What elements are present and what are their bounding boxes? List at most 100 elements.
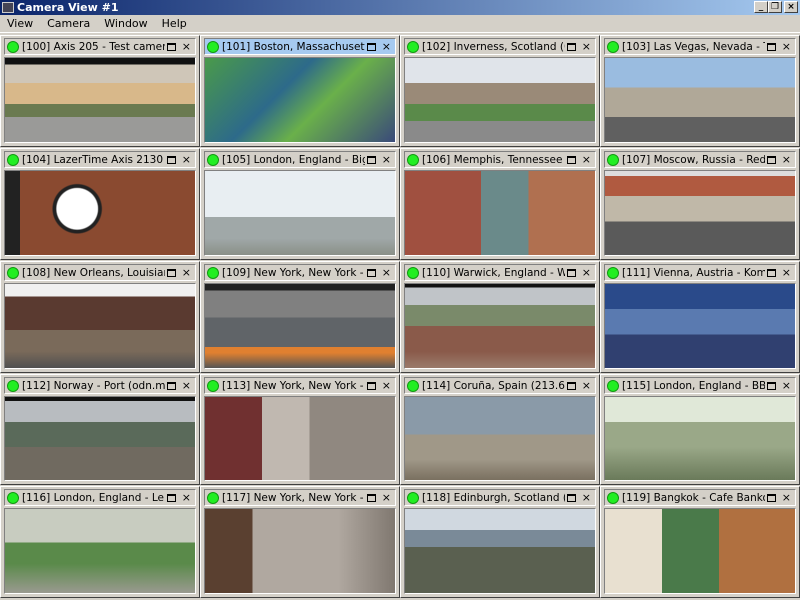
camera-panel[interactable]: [114] Coruña, Spain (213.60.176.19) × [400, 374, 600, 485]
camera-panel-header[interactable]: [106] Memphis, Tennessee - Beale Stre × [404, 151, 596, 168]
close-icon[interactable]: × [582, 266, 591, 279]
close-icon[interactable]: × [582, 40, 591, 53]
camera-feed-image[interactable] [404, 508, 596, 594]
maximize-icon[interactable] [766, 268, 776, 277]
maximize-icon[interactable] [766, 381, 776, 390]
camera-panel[interactable]: [118] Edinburgh, Scotland (images.ea × [400, 486, 600, 598]
close-icon[interactable]: × [782, 266, 791, 279]
close-icon[interactable]: × [382, 491, 391, 504]
close-icon[interactable]: × [182, 379, 191, 392]
camera-feed-image[interactable] [4, 283, 196, 369]
menu-window[interactable]: Window [97, 17, 154, 30]
camera-panel-header[interactable]: [107] Moscow, Russia - Red Square (ir × [604, 151, 796, 168]
close-icon[interactable]: × [382, 266, 391, 279]
camera-panel-header[interactable]: [118] Edinburgh, Scotland (images.ea × [404, 489, 596, 506]
camera-feed-image[interactable] [604, 508, 796, 594]
close-icon[interactable]: × [782, 153, 791, 166]
maximize-icon[interactable] [366, 42, 376, 51]
camera-panel[interactable]: [100] Axis 205 - Test camera (kel.inter … [0, 35, 200, 147]
camera-panel[interactable]: [117] New York, New York - 45th and E × [200, 486, 400, 598]
maximize-icon[interactable] [366, 268, 376, 277]
camera-panel-header[interactable]: [117] New York, New York - 45th and E × [204, 489, 396, 506]
camera-panel[interactable]: [106] Memphis, Tennessee - Beale Stre × [400, 148, 600, 260]
camera-panel[interactable]: [101] Boston, Massachusetts - Goldie ( × [200, 35, 400, 147]
camera-panel[interactable]: [113] New York, New York - TGI Friday × [200, 374, 400, 485]
maximize-icon[interactable] [566, 155, 576, 164]
close-button[interactable]: × [784, 1, 798, 13]
camera-feed-image[interactable] [4, 57, 196, 143]
menu-camera[interactable]: Camera [40, 17, 97, 30]
camera-panel-header[interactable]: [119] Bangkok - Cafe Bankok (www.m × [604, 489, 796, 506]
close-icon[interactable]: × [182, 153, 191, 166]
close-icon[interactable]: × [382, 40, 391, 53]
camera-panel[interactable]: [105] London, England - Big Ben (65.2 × [200, 148, 400, 260]
camera-panel-header[interactable]: [101] Boston, Massachusetts - Goldie ( × [204, 38, 396, 55]
camera-feed-image[interactable] [204, 170, 396, 256]
camera-panel[interactable]: [107] Moscow, Russia - Red Square (ir × [600, 148, 800, 260]
close-icon[interactable]: × [782, 491, 791, 504]
camera-panel-header[interactable]: [102] Inverness, Scotland (65.200.14 × [404, 38, 596, 55]
maximize-icon[interactable] [566, 268, 576, 277]
camera-panel-header[interactable]: [105] London, England - Big Ben (65.2 × [204, 151, 396, 168]
camera-panel-header[interactable]: [109] New York, New York - 45th and 5 × [204, 264, 396, 281]
maximize-icon[interactable] [366, 155, 376, 164]
close-icon[interactable]: × [582, 153, 591, 166]
menu-view[interactable]: View [0, 17, 40, 30]
maximize-icon[interactable] [166, 493, 176, 502]
camera-feed-image[interactable] [604, 283, 796, 369]
camera-panel-header[interactable]: [113] New York, New York - TGI Friday × [204, 377, 396, 394]
camera-feed-image[interactable] [404, 170, 596, 256]
close-icon[interactable]: × [182, 40, 191, 53]
camera-feed-image[interactable] [204, 283, 396, 369]
maximize-icon[interactable] [566, 381, 576, 390]
close-icon[interactable]: × [582, 379, 591, 392]
camera-panel-header[interactable]: [110] Warwick, England - Warwick Univ × [404, 264, 596, 281]
camera-panel-header[interactable]: [116] London, England - Leicester Squ × [4, 489, 196, 506]
close-icon[interactable]: × [582, 491, 591, 504]
close-icon[interactable]: × [782, 40, 791, 53]
maximize-icon[interactable] [166, 42, 176, 51]
camera-panel-header[interactable]: [115] London, England - BBC Bush Hou × [604, 377, 796, 394]
minimize-button[interactable]: _ [754, 1, 768, 13]
camera-feed-image[interactable] [604, 396, 796, 481]
camera-panel-header[interactable]: [100] Axis 205 - Test camera (kel.inter … [4, 38, 196, 55]
camera-panel[interactable]: [112] Norway - Port (odn.mimer.no) × [0, 374, 200, 485]
camera-feed-image[interactable] [204, 396, 396, 481]
camera-panel-header[interactable]: [111] Vienna, Austria - Komm Mal Vorbi × [604, 264, 796, 281]
camera-feed-image[interactable] [604, 170, 796, 256]
camera-panel-header[interactable]: [112] Norway - Port (odn.mimer.no) × [4, 377, 196, 394]
maximize-icon[interactable] [566, 42, 576, 51]
maximize-icon[interactable] [566, 493, 576, 502]
camera-panel[interactable]: [103] Las Vegas, Nevada - Tropicana H × [600, 35, 800, 147]
camera-feed-image[interactable] [404, 396, 596, 481]
maximize-icon[interactable] [166, 381, 176, 390]
camera-panel[interactable]: [109] New York, New York - 45th and 5 × [200, 261, 400, 373]
maximize-icon[interactable] [766, 155, 776, 164]
camera-feed-image[interactable] [404, 57, 596, 143]
maximize-icon[interactable] [766, 493, 776, 502]
maximize-icon[interactable] [366, 493, 376, 502]
maximize-icon[interactable] [166, 268, 176, 277]
camera-feed-image[interactable] [404, 283, 596, 369]
close-icon[interactable]: × [382, 153, 391, 166]
camera-panel[interactable]: [104] LazerTime Axis 2130 - Front Doo × [0, 148, 200, 260]
camera-feed-image[interactable] [604, 57, 796, 143]
camera-panel[interactable]: [115] London, England - BBC Bush Hou × [600, 374, 800, 485]
close-icon[interactable]: × [182, 266, 191, 279]
camera-panel[interactable]: [119] Bangkok - Cafe Bankok (www.m × [600, 486, 800, 598]
camera-panel-header[interactable]: [108] New Orleans, Louisiana - Bourbo × [4, 264, 196, 281]
camera-feed-image[interactable] [4, 396, 196, 481]
camera-panel[interactable]: [116] London, England - Leicester Squ × [0, 486, 200, 598]
close-icon[interactable]: × [182, 491, 191, 504]
camera-feed-image[interactable] [204, 508, 396, 594]
maximize-icon[interactable] [766, 42, 776, 51]
close-icon[interactable]: × [782, 379, 791, 392]
camera-panel[interactable]: [108] New Orleans, Louisiana - Bourbo × [0, 261, 200, 373]
camera-panel-header[interactable]: [103] Las Vegas, Nevada - Tropicana H × [604, 38, 796, 55]
camera-panel[interactable]: [102] Inverness, Scotland (65.200.14 × [400, 35, 600, 147]
camera-panel[interactable]: [110] Warwick, England - Warwick Univ × [400, 261, 600, 373]
camera-feed-image[interactable] [204, 57, 396, 143]
camera-panel-header[interactable]: [104] LazerTime Axis 2130 - Front Doo × [4, 151, 196, 168]
restore-button[interactable]: ❐ [768, 1, 782, 13]
maximize-icon[interactable] [366, 381, 376, 390]
